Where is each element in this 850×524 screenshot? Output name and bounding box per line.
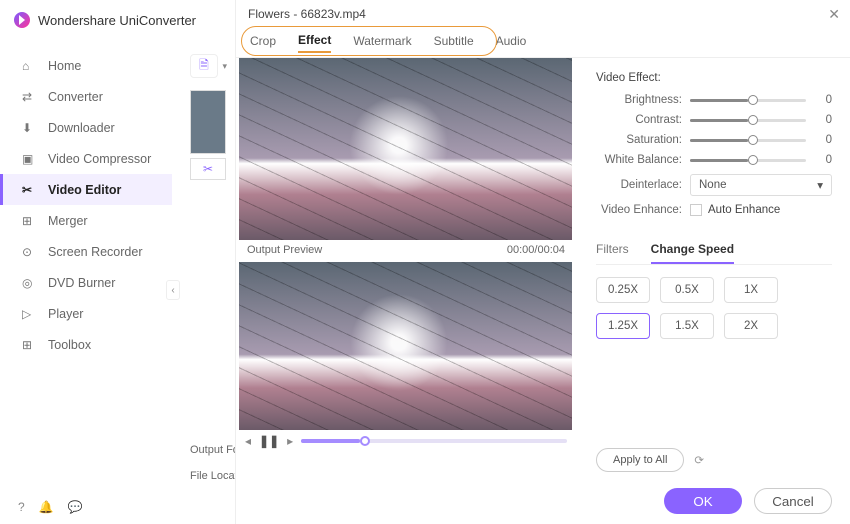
- sidebar: ⌂ Home ⇄ Converter ⬇ Downloader ▣ Video Comp…: [0, 40, 172, 524]
- speed-options: 0.25X 0.5X 1X 1.25X 1.5X 2X: [596, 277, 832, 339]
- sidebar-item-compressor[interactable]: ▣ Video Compressor: [0, 143, 172, 174]
- auto-enhance-label: Auto Enhance: [708, 204, 780, 216]
- merge-icon: ⊞: [22, 214, 38, 228]
- preview-column: Output Preview 00:00/00:04 ◂ ❚❚ ▸: [236, 58, 576, 524]
- sidebar-item-label: DVD Burner: [48, 276, 115, 290]
- app-name: Wondershare UniConverter: [38, 13, 196, 28]
- converter-icon: ⇄: [22, 90, 38, 104]
- brightness-label: Brightness:: [596, 94, 682, 106]
- deinterlace-value: None: [699, 179, 727, 191]
- feedback-icon[interactable]: 💬: [68, 500, 83, 514]
- sidebar-item-dvd-burner[interactable]: ◎ DVD Burner: [0, 267, 172, 298]
- speed-2x[interactable]: 2X: [724, 313, 778, 339]
- ok-button[interactable]: OK: [664, 488, 742, 514]
- output-preview: [239, 262, 572, 430]
- compress-icon: ▣: [22, 152, 38, 166]
- speed-1x[interactable]: 1X: [724, 277, 778, 303]
- sidebar-item-label: Downloader: [48, 121, 115, 135]
- effect-dialog: Flowers - 66823v.mp4 ✕ Crop Effect Water…: [235, 0, 850, 524]
- tab-subtitle[interactable]: Subtitle: [434, 34, 474, 52]
- bell-icon[interactable]: 🔔: [39, 500, 54, 514]
- saturation-row: Saturation: 0: [596, 134, 832, 146]
- sidebar-item-label: Player: [48, 307, 83, 321]
- tab-effect[interactable]: Effect: [298, 33, 331, 53]
- sidebar-item-label: Video Compressor: [48, 152, 151, 166]
- help-icon[interactable]: ?: [18, 500, 25, 514]
- sidebar-item-downloader[interactable]: ⬇ Downloader: [0, 112, 172, 143]
- reset-icon[interactable]: ⟳: [694, 453, 704, 467]
- playback-bar: ◂ ❚❚ ▸: [239, 430, 573, 448]
- pause-button[interactable]: ❚❚: [259, 434, 279, 448]
- white-balance-value: 0: [816, 154, 832, 166]
- original-preview: [239, 58, 572, 240]
- sidebar-item-label: Video Editor: [48, 183, 121, 197]
- enhance-row: Video Enhance: Auto Enhance: [596, 204, 832, 216]
- contrast-row: Contrast: 0: [596, 114, 832, 126]
- chevron-down-icon: ▾: [817, 178, 823, 192]
- collapse-sidebar-button[interactable]: ‹: [166, 280, 180, 300]
- video-effect-title: Video Effect:: [596, 72, 832, 84]
- tab-crop[interactable]: Crop: [250, 34, 276, 52]
- output-preview-label: Output Preview: [247, 244, 322, 256]
- effect-controls: Video Effect: Brightness: 0 Contrast: 0 …: [576, 58, 850, 524]
- deinterlace-row: Deinterlace: None ▾: [596, 174, 832, 196]
- sidebar-item-label: Screen Recorder: [48, 245, 143, 259]
- scissors-icon: ✂: [22, 183, 38, 197]
- add-file-button[interactable]: 🗎: [190, 54, 218, 78]
- white-balance-slider[interactable]: [690, 159, 806, 162]
- play-icon: ▷: [22, 307, 38, 321]
- prev-frame-button[interactable]: ◂: [245, 434, 251, 448]
- white-balance-label: White Balance:: [596, 154, 682, 166]
- subtab-change-speed[interactable]: Change Speed: [651, 242, 734, 264]
- tab-audio[interactable]: Audio: [496, 34, 527, 52]
- tab-watermark[interactable]: Watermark: [353, 34, 411, 52]
- deinterlace-select[interactable]: None ▾: [690, 174, 832, 196]
- file-thumbnail[interactable]: [190, 90, 226, 154]
- speed-0-25x[interactable]: 0.25X: [596, 277, 650, 303]
- seek-slider[interactable]: [301, 439, 567, 443]
- brightness-slider[interactable]: [690, 99, 806, 102]
- sidebar-item-toolbox[interactable]: ⊞ Toolbox: [0, 329, 172, 360]
- sidebar-item-label: Toolbox: [48, 338, 91, 352]
- record-icon: ⊙: [22, 245, 38, 259]
- auto-enhance-checkbox[interactable]: [690, 204, 702, 216]
- white-balance-row: White Balance: 0: [596, 154, 832, 166]
- saturation-slider[interactable]: [690, 139, 806, 142]
- brightness-row: Brightness: 0: [596, 94, 832, 106]
- sidebar-item-converter[interactable]: ⇄ Converter: [0, 81, 172, 112]
- speed-1-25x[interactable]: 1.25X: [596, 313, 650, 339]
- sidebar-item-screen-recorder[interactable]: ⊙ Screen Recorder: [0, 236, 172, 267]
- cancel-button[interactable]: Cancel: [754, 488, 832, 514]
- speed-1-5x[interactable]: 1.5X: [660, 313, 714, 339]
- enhance-label: Video Enhance:: [596, 204, 682, 216]
- edit-tabs: Crop Effect Watermark Subtitle Audio: [236, 28, 850, 58]
- contrast-slider[interactable]: [690, 119, 806, 122]
- sidebar-item-label: Converter: [48, 90, 103, 104]
- contrast-label: Contrast:: [596, 114, 682, 126]
- sidebar-item-merger[interactable]: ⊞ Merger: [0, 205, 172, 236]
- next-frame-button[interactable]: ▸: [287, 434, 293, 448]
- sidebar-item-player[interactable]: ▷ Player: [0, 298, 172, 329]
- apply-to-all-button[interactable]: Apply to All: [596, 448, 684, 472]
- preview-time: 00:00/00:04: [507, 244, 565, 256]
- brightness-value: 0: [816, 94, 832, 106]
- home-icon: ⌂: [22, 59, 38, 73]
- sidebar-item-video-editor[interactable]: ✂ Video Editor: [0, 174, 172, 205]
- saturation-label: Saturation:: [596, 134, 682, 146]
- sidebar-item-label: Merger: [48, 214, 88, 228]
- close-icon[interactable]: ✕: [828, 6, 840, 23]
- sidebar-item-home[interactable]: ⌂ Home: [0, 50, 172, 81]
- subtab-filters[interactable]: Filters: [596, 242, 629, 264]
- sidebar-item-label: Home: [48, 59, 81, 73]
- app-logo-icon: [14, 12, 30, 28]
- dialog-title: Flowers - 66823v.mp4: [236, 0, 850, 28]
- saturation-value: 0: [816, 134, 832, 146]
- download-icon: ⬇: [22, 121, 38, 135]
- deinterlace-label: Deinterlace:: [596, 179, 682, 191]
- edit-clip-button[interactable]: ✂: [190, 158, 226, 180]
- contrast-value: 0: [816, 114, 832, 126]
- disc-icon: ◎: [22, 276, 38, 290]
- speed-0-5x[interactable]: 0.5X: [660, 277, 714, 303]
- grid-icon: ⊞: [22, 338, 38, 352]
